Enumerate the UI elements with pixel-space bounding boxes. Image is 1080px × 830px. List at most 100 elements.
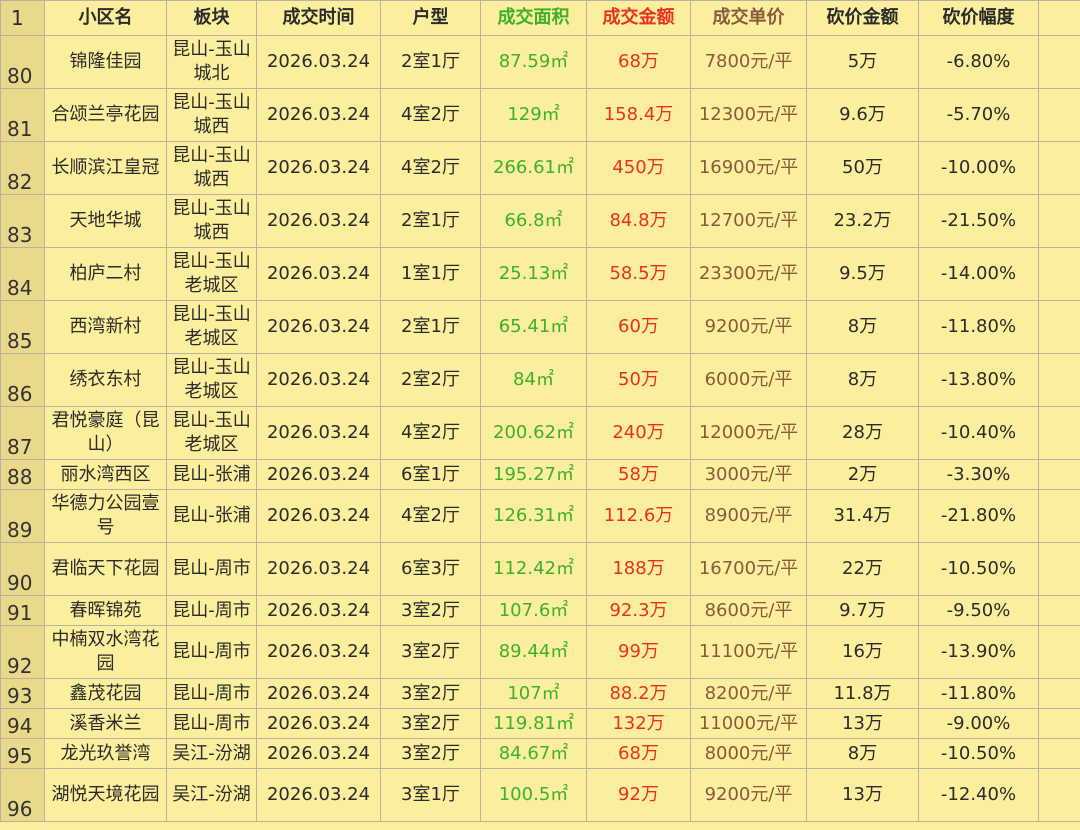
cell-size[interactable]: 89.44㎡ <box>480 625 587 679</box>
cell-block[interactable]: 昆山-张浦 <box>166 489 257 543</box>
cell-name[interactable]: 华德力公园壹号 <box>44 489 167 543</box>
col-header-discount[interactable]: 砍价金额 <box>806 0 919 36</box>
cell-layout[interactable]: 3室2厅 <box>380 738 481 769</box>
row-number[interactable]: 90 <box>0 542 45 596</box>
cell-size[interactable]: 84㎡ <box>480 353 587 407</box>
cell-discount[interactable]: 13万 <box>806 708 919 739</box>
cell-amount[interactable]: 240万 <box>586 406 691 460</box>
cell-empty[interactable] <box>1038 35 1080 89</box>
cell-block[interactable]: 昆山-周市 <box>166 542 257 596</box>
col-header-amount[interactable]: 成交金额 <box>586 0 691 36</box>
cell-amount[interactable]: 58.5万 <box>586 247 691 301</box>
cell-size[interactable]: 129㎡ <box>480 88 587 142</box>
row-number[interactable]: 88 <box>0 459 45 490</box>
cell-discount[interactable]: 31.4万 <box>806 489 919 543</box>
row-number[interactable]: 81 <box>0 88 45 142</box>
cell-block[interactable]: 昆山-周市 <box>166 708 257 739</box>
cell-unit-price[interactable]: 12000元/平 <box>690 406 807 460</box>
cell-unit-price[interactable]: 9200元/平 <box>690 768 807 822</box>
cell-empty[interactable] <box>1038 738 1080 769</box>
cell-layout[interactable]: 4室2厅 <box>380 489 481 543</box>
row-number[interactable]: 96 <box>0 768 45 822</box>
row-number[interactable]: 86 <box>0 353 45 407</box>
cell-size[interactable]: 100.5㎡ <box>480 768 587 822</box>
cell-layout[interactable]: 2室1厅 <box>380 194 481 248</box>
cell-amount[interactable]: 60万 <box>586 300 691 354</box>
row-number[interactable]: 89 <box>0 489 45 543</box>
cell-empty[interactable] <box>1038 595 1080 626</box>
cell-amount[interactable]: 112.6万 <box>586 489 691 543</box>
cell-block[interactable]: 昆山-玉山老城区 <box>166 300 257 354</box>
cell-unit-price[interactable]: 8200元/平 <box>690 678 807 709</box>
cell-discount-pct[interactable]: -21.80% <box>918 489 1039 543</box>
cell-layout[interactable]: 3室2厅 <box>380 678 481 709</box>
cell-discount-pct[interactable]: -12.40% <box>918 768 1039 822</box>
row-number[interactable]: 83 <box>0 194 45 248</box>
cell-empty[interactable] <box>1038 353 1080 407</box>
cell-size[interactable]: 126.31㎡ <box>480 489 587 543</box>
cell-unit-price[interactable]: 16700元/平 <box>690 542 807 596</box>
cell-name[interactable]: 龙光玖誉湾 <box>44 738 167 769</box>
col-header-discount-pct[interactable]: 砍价幅度 <box>918 0 1039 36</box>
cell-empty[interactable] <box>1038 459 1080 490</box>
cell-discount[interactable]: 13万 <box>806 768 919 822</box>
col-header-block[interactable]: 板块 <box>166 0 257 36</box>
cell-block[interactable]: 昆山-玉山城北 <box>166 35 257 89</box>
cell-date[interactable]: 2026.03.24 <box>256 542 381 596</box>
cell-layout[interactable]: 3室2厅 <box>380 595 481 626</box>
cell-name[interactable]: 天地华城 <box>44 194 167 248</box>
cell-date[interactable]: 2026.03.24 <box>256 406 381 460</box>
cell-block[interactable]: 昆山-玉山老城区 <box>166 353 257 407</box>
cell-size[interactable]: 65.41㎡ <box>480 300 587 354</box>
cell-unit-price[interactable]: 12700元/平 <box>690 194 807 248</box>
cell-name[interactable]: 溪香米兰 <box>44 708 167 739</box>
cell-discount[interactable]: 8万 <box>806 353 919 407</box>
cell-amount[interactable]: 450万 <box>586 141 691 195</box>
cell-layout[interactable]: 4室2厅 <box>380 88 481 142</box>
cell-unit-price[interactable]: 11000元/平 <box>690 708 807 739</box>
cell-name[interactable]: 长顺滨江皇冠 <box>44 141 167 195</box>
cell-block[interactable]: 吴江-汾湖 <box>166 738 257 769</box>
cell-discount[interactable]: 5万 <box>806 35 919 89</box>
cell-layout[interactable]: 6室1厅 <box>380 459 481 490</box>
row-number[interactable]: 93 <box>0 678 45 709</box>
cell-name[interactable]: 绣衣东村 <box>44 353 167 407</box>
col-header-date[interactable]: 成交时间 <box>256 0 381 36</box>
cell-size[interactable]: 84.67㎡ <box>480 738 587 769</box>
cell-discount-pct[interactable]: -9.50% <box>918 595 1039 626</box>
cell-empty[interactable] <box>1038 489 1080 543</box>
cell-discount-pct[interactable]: -10.00% <box>918 141 1039 195</box>
cell-empty[interactable] <box>1038 194 1080 248</box>
cell-layout[interactable]: 6室3厅 <box>380 542 481 596</box>
row-number[interactable]: 82 <box>0 141 45 195</box>
cell-empty[interactable] <box>1038 88 1080 142</box>
cell-date[interactable]: 2026.03.24 <box>256 353 381 407</box>
cell-amount[interactable]: 158.4万 <box>586 88 691 142</box>
cell-layout[interactable]: 1室1厅 <box>380 247 481 301</box>
row-number[interactable]: 95 <box>0 738 45 769</box>
cell-name[interactable]: 丽水湾西区 <box>44 459 167 490</box>
cell-block[interactable]: 昆山-玉山城西 <box>166 194 257 248</box>
cell-empty[interactable] <box>1038 141 1080 195</box>
cell-size[interactable]: 112.42㎡ <box>480 542 587 596</box>
cell-discount-pct[interactable]: -14.00% <box>918 247 1039 301</box>
cell-layout[interactable]: 3室1厅 <box>380 768 481 822</box>
col-header-unit-price[interactable]: 成交单价 <box>690 0 807 36</box>
cell-amount[interactable]: 68万 <box>586 738 691 769</box>
cell-discount-pct[interactable]: -9.00% <box>918 708 1039 739</box>
cell-unit-price[interactable]: 6000元/平 <box>690 353 807 407</box>
row-number[interactable]: 91 <box>0 595 45 626</box>
cell-name[interactable]: 君临天下花园 <box>44 542 167 596</box>
cell-layout[interactable]: 4室2厅 <box>380 406 481 460</box>
cell-date[interactable]: 2026.03.24 <box>256 595 381 626</box>
cell-empty[interactable] <box>1038 708 1080 739</box>
cell-block[interactable]: 昆山-周市 <box>166 625 257 679</box>
cell-empty[interactable] <box>1038 542 1080 596</box>
row-number[interactable]: 87 <box>0 406 45 460</box>
cell-block[interactable]: 昆山-玉山城西 <box>166 141 257 195</box>
cell-date[interactable]: 2026.03.24 <box>256 768 381 822</box>
cell-unit-price[interactable]: 7800元/平 <box>690 35 807 89</box>
cell-discount-pct[interactable]: -6.80% <box>918 35 1039 89</box>
cell-discount[interactable]: 16万 <box>806 625 919 679</box>
col-header-layout[interactable]: 户型 <box>380 0 481 36</box>
